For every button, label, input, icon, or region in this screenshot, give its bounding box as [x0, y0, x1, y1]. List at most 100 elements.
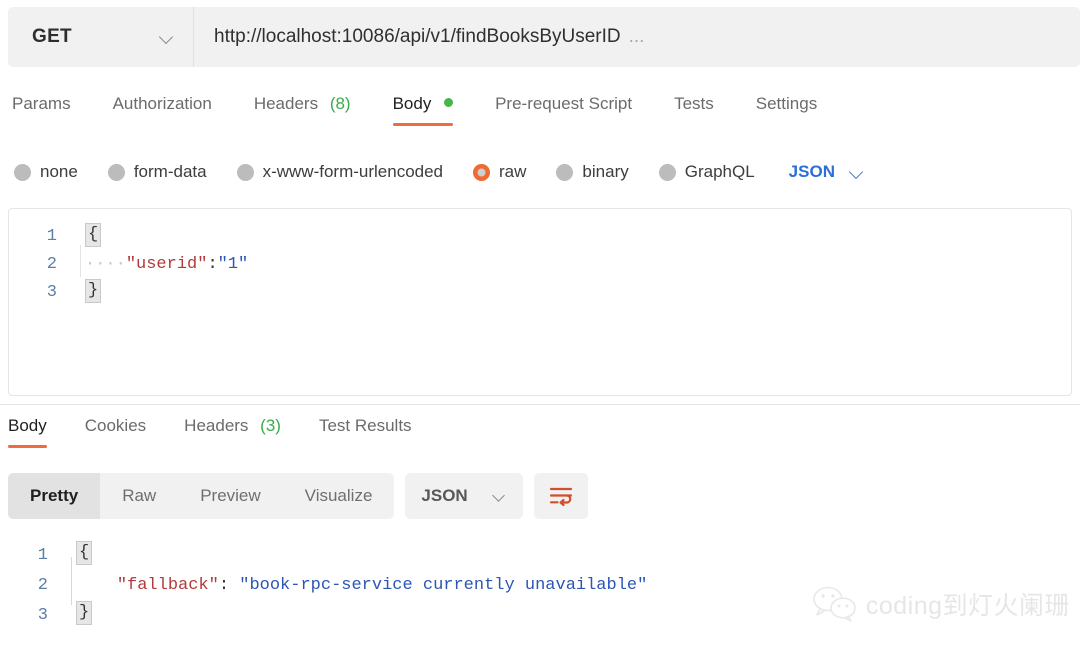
body-format-selector[interactable]: JSON [789, 162, 865, 182]
code-line: 3 } [0, 601, 1080, 631]
response-tab-test-results[interactable]: Test Results [319, 414, 412, 448]
line-number: 1 [0, 541, 62, 571]
view-pretty-button[interactable]: Pretty [8, 473, 100, 519]
url-text: http://localhost:10086/api/v1/findBooksB… [214, 26, 621, 48]
response-tab-headers-label: Headers [184, 416, 248, 435]
radio-selected-icon [473, 164, 490, 181]
request-url-bar: GET http://localhost:10086/api/v1/findBo… [8, 7, 1080, 67]
response-tab-headers[interactable]: Headers (3) [184, 414, 281, 448]
postman-window: GET http://localhost:10086/api/v1/findBo… [0, 0, 1080, 649]
body-type-raw-label: raw [499, 162, 526, 182]
body-type-binary-label: binary [582, 162, 628, 182]
json-key: "fallback" [117, 571, 219, 601]
indent-guide [71, 557, 72, 605]
brace-close: } [85, 279, 101, 303]
body-type-graphql-label: GraphQL [685, 162, 755, 182]
body-type-urlencoded[interactable]: x-www-form-urlencoded [237, 162, 443, 182]
tab-pre-request-script-label: Pre-request Script [495, 94, 632, 113]
url-ellipsis: ... [629, 26, 645, 48]
body-type-urlencoded-label: x-www-form-urlencoded [263, 162, 443, 182]
tab-tests[interactable]: Tests [674, 92, 714, 126]
indent [76, 571, 117, 601]
body-type-form-data-label: form-data [134, 162, 207, 182]
response-body-viewer[interactable]: 1 { 2 "fallback" : "book-rpc-service cur… [0, 535, 1080, 649]
response-tab-cookies[interactable]: Cookies [85, 414, 146, 448]
code-line: 1 { [0, 541, 1080, 571]
json-value: "1" [218, 251, 249, 279]
line-number: 1 [9, 223, 71, 251]
view-pretty-label: Pretty [30, 486, 78, 506]
body-type-none-label: none [40, 162, 78, 182]
radio-icon [14, 164, 31, 181]
tab-body[interactable]: Body [393, 92, 453, 126]
body-type-raw[interactable]: raw [473, 162, 526, 182]
code-line: 3 } [9, 279, 1071, 307]
json-key: "userid" [126, 251, 208, 279]
word-wrap-button[interactable] [534, 473, 588, 519]
response-tab-body[interactable]: Body [8, 414, 47, 448]
response-tab-bar: Body Cookies Headers (3) Test Results [0, 414, 1080, 456]
json-colon: : [207, 251, 217, 279]
view-raw-label: Raw [122, 486, 156, 506]
code-line: 1 { [9, 223, 1071, 251]
brace-open: { [85, 223, 101, 247]
body-type-radio-group: none form-data x-www-form-urlencoded raw… [0, 152, 1080, 192]
radio-icon [556, 164, 573, 181]
tab-settings-label: Settings [756, 94, 817, 113]
line-number: 2 [0, 571, 62, 601]
body-format-label: JSON [789, 162, 835, 182]
indent-dots: ···· [85, 251, 126, 279]
indent-guide [80, 245, 81, 277]
tab-headers-count: (8) [330, 94, 351, 113]
request-tab-bar: Params Authorization Headers (8) Body Pr… [0, 92, 1080, 134]
code-line: 2 "fallback" : "book-rpc-service current… [0, 571, 1080, 601]
response-tab-body-label: Body [8, 416, 47, 435]
green-dot-icon [444, 98, 453, 107]
response-tab-test-results-label: Test Results [319, 416, 412, 435]
word-wrap-icon [548, 485, 574, 507]
body-type-binary[interactable]: binary [556, 162, 628, 182]
response-code-area: 1 { 2 "fallback" : "book-rpc-service cur… [0, 535, 1080, 631]
view-visualize-button[interactable]: Visualize [283, 473, 395, 519]
chevron-down-icon [493, 489, 507, 503]
tab-authorization[interactable]: Authorization [113, 92, 212, 126]
line-number: 3 [0, 601, 62, 631]
http-method-selector[interactable]: GET [8, 7, 194, 67]
view-raw-button[interactable]: Raw [100, 473, 178, 519]
tab-tests-label: Tests [674, 94, 714, 113]
body-type-graphql[interactable]: GraphQL [659, 162, 755, 182]
tab-settings[interactable]: Settings [756, 92, 817, 126]
response-tab-headers-count: (3) [260, 416, 281, 435]
chevron-down-icon [159, 29, 175, 45]
tab-headers-label: Headers [254, 94, 318, 113]
response-view-toolbar: Pretty Raw Preview Visualize JSON [8, 473, 588, 519]
view-visualize-label: Visualize [305, 486, 373, 506]
request-code-area: 1 { 2 ···· "userid" : "1" 3 } [9, 209, 1071, 307]
request-body-editor[interactable]: 1 { 2 ···· "userid" : "1" 3 } [8, 208, 1072, 396]
body-type-form-data[interactable]: form-data [108, 162, 207, 182]
view-preview-button[interactable]: Preview [178, 473, 282, 519]
tab-headers[interactable]: Headers (8) [254, 92, 351, 126]
response-format-label: JSON [421, 486, 467, 506]
response-tab-cookies-label: Cookies [85, 416, 146, 435]
panel-divider [0, 404, 1080, 405]
body-type-none[interactable]: none [14, 162, 78, 182]
response-format-selector[interactable]: JSON [405, 473, 523, 519]
response-view-segmented-control: Pretty Raw Preview Visualize [8, 473, 394, 519]
line-number: 3 [9, 279, 71, 307]
line-number: 2 [9, 251, 71, 279]
view-preview-label: Preview [200, 486, 260, 506]
tab-pre-request-script[interactable]: Pre-request Script [495, 92, 632, 126]
tab-authorization-label: Authorization [113, 94, 212, 113]
brace-open: { [76, 541, 92, 565]
tab-body-label: Body [393, 94, 432, 113]
brace-close: } [76, 601, 92, 625]
json-colon: : [219, 571, 239, 601]
chevron-down-icon [849, 164, 865, 180]
http-method-label: GET [32, 26, 72, 48]
code-line: 2 ···· "userid" : "1" [9, 251, 1071, 279]
url-input[interactable]: http://localhost:10086/api/v1/findBooksB… [194, 7, 1080, 67]
radio-icon [108, 164, 125, 181]
json-value: "book-rpc-service currently unavailable" [239, 571, 647, 601]
tab-params[interactable]: Params [12, 92, 71, 126]
